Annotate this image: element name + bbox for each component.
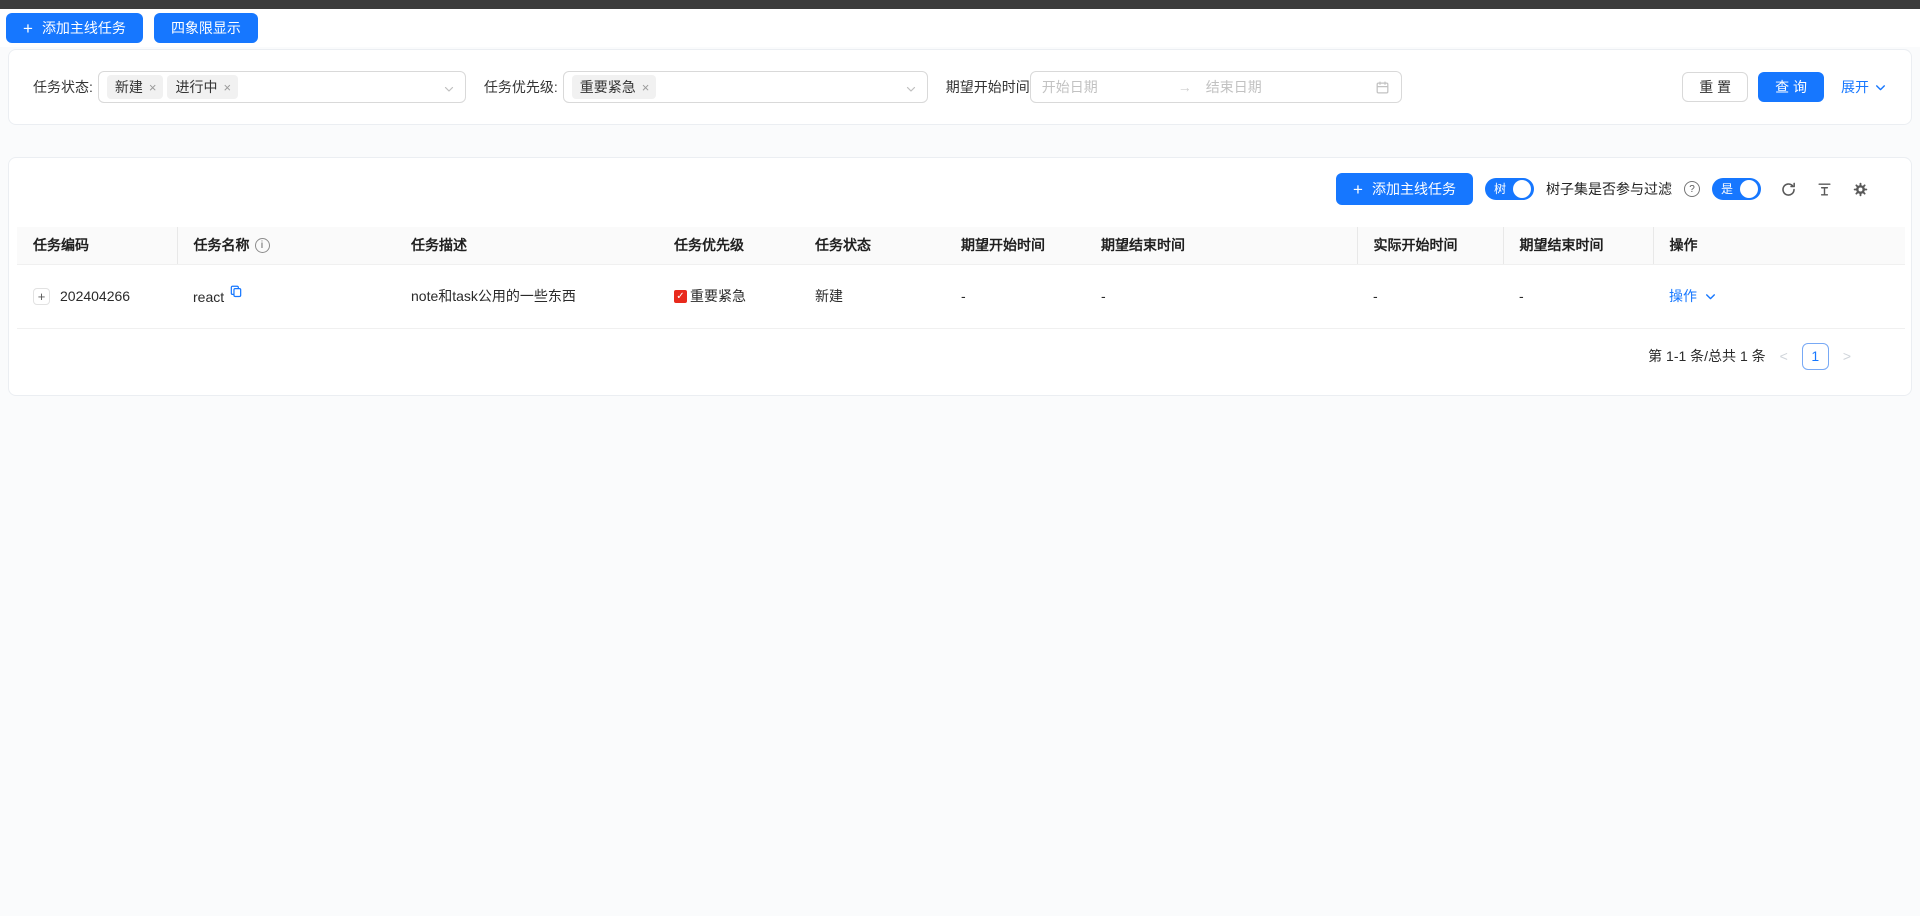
next-page-icon[interactable]: > xyxy=(1841,348,1853,364)
cell-expected-start: - xyxy=(945,264,1085,328)
task-priority-label: 任务优先级: xyxy=(484,77,558,97)
task-table-card: + 添加主线任务 树 树子集是否参与过滤 ? 是 xyxy=(8,157,1912,396)
chevron-down-icon xyxy=(1704,290,1717,303)
plus-icon: + xyxy=(23,20,33,37)
row-action-dropdown[interactable]: 操作 xyxy=(1669,286,1717,306)
chevron-down-icon xyxy=(1874,81,1887,94)
yes-switch-label: 是 xyxy=(1721,183,1733,195)
col-header-task-status: 任务状态 xyxy=(799,227,945,264)
tree-filter-question-label: 树子集是否参与过滤 xyxy=(1546,179,1672,199)
task-status-tag[interactable]: 进行中 × xyxy=(167,75,238,99)
column-height-icon[interactable] xyxy=(1816,181,1833,198)
info-circle-icon[interactable]: i xyxy=(255,238,270,253)
task-status-filter: 任务状态: 新建 × 进行中 × xyxy=(33,71,466,103)
col-header-actual-end: 期望结束时间 xyxy=(1503,227,1653,264)
end-date-input[interactable]: 结束日期 xyxy=(1206,77,1342,97)
prev-page-icon[interactable]: < xyxy=(1778,348,1790,364)
tag-label: 新建 xyxy=(115,77,143,97)
pagination: 第 1-1 条/总共 1 条 < 1 > xyxy=(9,343,1853,370)
tag-label: 重要紧急 xyxy=(580,77,636,97)
question-circle-icon[interactable]: ? xyxy=(1684,181,1700,197)
calendar-icon xyxy=(1375,80,1390,95)
expand-label: 展开 xyxy=(1841,77,1869,97)
filter-actions: 重 置 查 询 展开 xyxy=(1682,72,1887,102)
switch-knob xyxy=(1513,180,1531,198)
table-row: + 202404266 react note和task公用的一些东西 ✓ 重要紧… xyxy=(17,264,1905,328)
col-header-expected-start: 期望开始时间 xyxy=(945,227,1085,264)
query-button[interactable]: 查 询 xyxy=(1758,72,1824,102)
cell-expected-end: - xyxy=(1085,264,1357,328)
add-main-task-label: 添加主线任务 xyxy=(1372,179,1456,199)
task-priority-tag[interactable]: 重要紧急 × xyxy=(572,75,657,99)
filter-card: 任务状态: 新建 × 进行中 × 任务优先级: xyxy=(8,49,1912,125)
cell-task-name: react xyxy=(177,264,395,328)
window-top-strip xyxy=(0,0,1920,9)
cell-actions: 操作 xyxy=(1653,264,1905,328)
filter-row: 任务状态: 新建 × 进行中 × 任务优先级: xyxy=(33,71,1887,103)
col-header-actual-start: 实际开始时间 xyxy=(1357,227,1503,264)
pagination-total-text: 第 1-1 条/总共 1 条 xyxy=(1648,346,1765,366)
close-icon[interactable]: × xyxy=(149,81,157,94)
cell-task-description: note和task公用的一些东西 xyxy=(395,264,658,328)
tree-switch-label: 树 xyxy=(1494,183,1506,195)
add-main-task-button[interactable]: + 添加主线任务 xyxy=(1336,173,1473,205)
top-action-bar: + 添加主线任务 四象限显示 xyxy=(0,9,1920,47)
task-status-tag[interactable]: 新建 × xyxy=(107,75,164,99)
col-header-task-description: 任务描述 xyxy=(395,227,658,264)
tree-filter-switch[interactable]: 是 xyxy=(1712,178,1761,200)
task-table: 任务编码 任务名称 i 任务描述 任务优先级 任务状态 期望开始时间 期望结束时… xyxy=(17,227,1905,329)
cell-task-priority: ✓ 重要紧急 xyxy=(658,264,799,328)
col-header-expected-end: 期望结束时间 xyxy=(1085,227,1357,264)
expand-filters-link[interactable]: 展开 xyxy=(1841,77,1887,97)
tree-mode-switch[interactable]: 树 xyxy=(1485,178,1534,200)
cell-task-code: + 202404266 xyxy=(17,264,177,328)
tag-label: 进行中 xyxy=(175,77,217,97)
table-header-row: 任务编码 任务名称 i 任务描述 任务优先级 任务状态 期望开始时间 期望结束时… xyxy=(17,227,1905,264)
quadrant-display-button[interactable]: 四象限显示 xyxy=(154,13,258,43)
chevron-down-icon xyxy=(905,82,917,98)
page-content: 任务状态: 新建 × 进行中 × 任务优先级: xyxy=(0,47,1920,916)
settings-gear-icon[interactable] xyxy=(1852,181,1869,198)
quadrant-display-label: 四象限显示 xyxy=(171,18,241,38)
red-checkbox-icon: ✓ xyxy=(674,290,687,303)
task-status-select[interactable]: 新建 × 进行中 × xyxy=(98,71,466,103)
expand-row-icon[interactable]: + xyxy=(33,288,50,305)
cell-actual-start: - xyxy=(1357,264,1503,328)
switch-knob xyxy=(1740,180,1758,198)
close-icon[interactable]: × xyxy=(223,81,231,94)
cell-actual-end: - xyxy=(1503,264,1653,328)
col-header-task-priority: 任务优先级 xyxy=(658,227,799,264)
cell-task-status: 新建 xyxy=(799,264,945,328)
reload-icon[interactable] xyxy=(1780,181,1797,198)
add-main-task-button-top[interactable]: + 添加主线任务 xyxy=(6,13,143,43)
task-status-label: 任务状态: xyxy=(33,77,93,97)
page-number-1[interactable]: 1 xyxy=(1802,343,1829,370)
expected-start-filter: 期望开始时间 开始日期 → 结束日期 xyxy=(946,71,1402,103)
chevron-down-icon xyxy=(443,82,455,98)
plus-icon: + xyxy=(1353,181,1363,198)
task-priority-filter: 任务优先级: 重要紧急 × xyxy=(484,71,928,103)
reset-button[interactable]: 重 置 xyxy=(1682,72,1748,102)
start-date-input[interactable]: 开始日期 xyxy=(1042,77,1178,97)
col-header-task-name: 任务名称 i xyxy=(177,227,395,264)
task-priority-select[interactable]: 重要紧急 × xyxy=(563,71,928,103)
add-main-task-label: 添加主线任务 xyxy=(42,18,126,38)
expected-start-range-picker[interactable]: 开始日期 → 结束日期 xyxy=(1030,71,1402,103)
col-header-task-code: 任务编码 xyxy=(17,227,177,264)
copy-icon[interactable] xyxy=(229,284,243,299)
table-toolbar: + 添加主线任务 树 树子集是否参与过滤 ? 是 xyxy=(9,173,1911,205)
expected-start-label: 期望开始时间 xyxy=(946,77,1030,97)
close-icon[interactable]: × xyxy=(642,81,650,94)
swap-right-icon: → xyxy=(1178,79,1192,95)
col-header-actions: 操作 xyxy=(1653,227,1905,264)
